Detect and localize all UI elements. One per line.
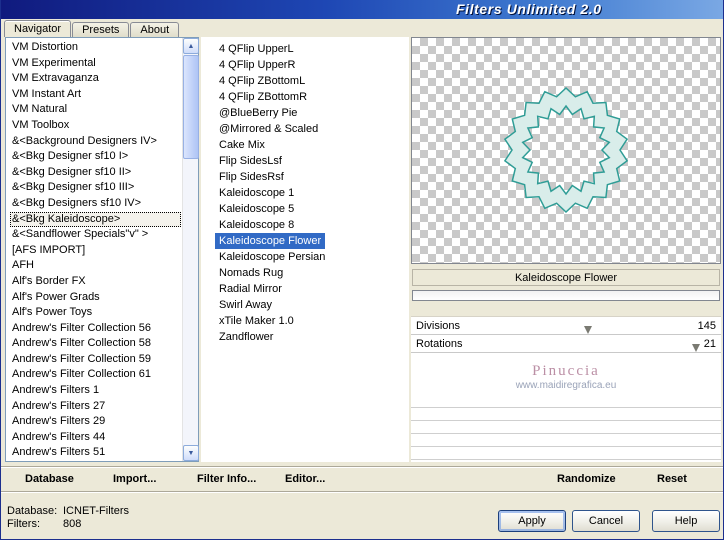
tab-about[interactable]: About: [130, 22, 180, 37]
category-item[interactable]: Andrew's Filter Collection 56: [10, 321, 181, 337]
category-item[interactable]: AFH: [10, 258, 181, 274]
filter-item[interactable]: 4 QFlip UpperR: [215, 57, 299, 73]
import-button[interactable]: Import...: [113, 473, 156, 485]
category-item[interactable]: Andrew's Filters 44: [10, 430, 181, 446]
scroll-down-button[interactable]: ▼: [183, 445, 199, 461]
empty-param-row: [411, 421, 721, 434]
help-button[interactable]: Help: [652, 510, 720, 532]
filter-item[interactable]: Flip SidesLsf: [215, 153, 286, 169]
param-label: Rotations: [416, 338, 468, 350]
watermark: Pinuccia www.maidiregrafica.eu: [411, 353, 721, 395]
param-value: 145: [692, 320, 716, 332]
toolbar: Database Import... Filter Info... Editor…: [1, 466, 723, 492]
empty-param-row: [411, 447, 721, 460]
category-item[interactable]: &<Bkg Kaleidoscope>: [10, 211, 181, 228]
filter-item[interactable]: Kaleidoscope 5: [215, 201, 298, 217]
selected-filter-name: Kaleidoscope Flower: [412, 269, 720, 286]
category-item[interactable]: &<Bkg Designer sf10 II>: [10, 165, 181, 181]
filter-item[interactable]: Nomads Rug: [215, 265, 287, 281]
filter-item[interactable]: 4 QFlip UpperL: [215, 41, 298, 57]
kaleidoscope-flower-shape: [503, 86, 629, 214]
empty-param-row: [411, 408, 721, 421]
filter-item[interactable]: Zandflower: [215, 329, 277, 345]
scroll-up-icon: ▲: [187, 42, 195, 50]
category-item[interactable]: &<Sandflower Specials"v" >: [10, 227, 181, 243]
filter-item[interactable]: Flip SidesRsf: [215, 169, 288, 185]
category-item[interactable]: Andrew's Filters 29: [10, 414, 181, 430]
empty-param-row: [411, 434, 721, 447]
filter-list: 4 QFlip UpperL 4 QFlip UpperR 4 QFlip ZBot…: [201, 37, 409, 462]
category-item[interactable]: Andrew's Filters 1: [10, 383, 181, 399]
filter-item[interactable]: 4 QFlip ZBottomR: [215, 89, 311, 105]
database-button[interactable]: Database: [25, 473, 74, 485]
category-item[interactable]: Andrew's Filter Collection 58: [10, 336, 181, 352]
category-item[interactable]: VM Instant Art: [10, 87, 181, 103]
reset-button[interactable]: Reset: [657, 473, 687, 485]
category-item[interactable]: [AFS IMPORT]: [10, 243, 181, 259]
filter-item[interactable]: Swirl Away: [215, 297, 276, 313]
filters-unlimited-window: Filters Unlimited 2.0 Navigator Presets Ab…: [0, 0, 724, 540]
param-row-rotations: Rotations 21: [411, 335, 721, 353]
cancel-button[interactable]: Cancel: [572, 510, 640, 532]
tabstrip: Navigator Presets About: [4, 20, 180, 37]
filters-count-value: 808: [63, 518, 82, 530]
category-item[interactable]: Andrew's Filters 27: [10, 399, 181, 415]
scrollbar-thumb[interactable]: [183, 55, 199, 159]
filter-item[interactable]: xTile Maker 1.0: [215, 313, 298, 329]
category-item[interactable]: &<Bkg Designer sf10 III>: [10, 180, 181, 196]
category-scrollbar[interactable]: ▲ ▼: [182, 38, 199, 461]
slider-thumb[interactable]: [583, 326, 592, 334]
category-item[interactable]: VM Natural: [10, 102, 181, 118]
watermark-name: Pinuccia: [532, 363, 600, 379]
category-list-panel: VM Distortion VM Experimental VM Extravaga…: [5, 37, 199, 462]
param-row-divisions: Divisions 145: [411, 317, 721, 335]
filter-item[interactable]: 4 QFlip ZBottomL: [215, 73, 309, 89]
filter-item[interactable]: Kaleidoscope 1: [215, 185, 298, 201]
category-item[interactable]: Andrew's Filter Collection 61: [10, 367, 181, 383]
database-status-value: ICNET-Filters: [63, 505, 129, 517]
category-item[interactable]: VM Extravaganza: [10, 71, 181, 87]
progress-bar: [412, 290, 720, 301]
category-item[interactable]: Alf's Power Toys: [10, 305, 181, 321]
category-item[interactable]: VM Experimental: [10, 56, 181, 72]
window-title: Filters Unlimited 2.0: [456, 1, 602, 17]
empty-param-row: [411, 395, 721, 408]
filter-item[interactable]: Kaleidoscope Flower: [215, 233, 326, 249]
category-item[interactable]: VM Distortion: [10, 40, 181, 56]
category-item[interactable]: Andrew's Filters 51: [10, 445, 181, 460]
category-item[interactable]: &<Background Designers IV>: [10, 134, 181, 150]
apply-button[interactable]: Apply: [498, 510, 566, 532]
category-item[interactable]: &<Bkg Designers sf10 IV>: [10, 196, 181, 212]
filter-item[interactable]: Cake Mix: [215, 137, 269, 153]
randomize-button[interactable]: Randomize: [557, 473, 616, 485]
filter-item[interactable]: Kaleidoscope 8: [215, 217, 298, 233]
filter-item[interactable]: Radial Mirror: [215, 281, 286, 297]
titlebar: Filters Unlimited 2.0: [1, 0, 723, 19]
filter-item[interactable]: Kaleidoscope Persian: [215, 249, 329, 265]
category-item[interactable]: Alf's Power Grads: [10, 290, 181, 306]
tab-navigator[interactable]: Navigator: [4, 20, 72, 37]
editor-button[interactable]: Editor...: [285, 473, 325, 485]
category-item[interactable]: VM Toolbox: [10, 118, 181, 134]
category-item[interactable]: Alf's Border FX: [10, 274, 181, 290]
tab-presets[interactable]: Presets: [72, 22, 130, 37]
param-label: Divisions: [416, 320, 466, 332]
category-list: VM Distortion VM Experimental VM Extravaga…: [7, 39, 181, 460]
category-item[interactable]: Andrew's Filter Collection 59: [10, 352, 181, 368]
category-item[interactable]: &<Bkg Designer sf10 I>: [10, 149, 181, 165]
preview-pane: [411, 37, 721, 264]
filter-item[interactable]: @Mirrored & Scaled: [215, 121, 322, 137]
scroll-down-icon: ▼: [187, 449, 195, 457]
filter-item[interactable]: @BlueBerry Pie: [215, 105, 301, 121]
database-status-label: Database:: [7, 505, 58, 517]
filter-info-button[interactable]: Filter Info...: [197, 473, 256, 485]
scroll-up-button[interactable]: ▲: [183, 38, 199, 54]
param-value: 21: [698, 338, 716, 350]
parameters-panel: Divisions 145 Rotations 21 Pinuccia www.mai…: [411, 316, 721, 462]
watermark-url: www.maidiregrafica.eu: [515, 380, 617, 391]
filters-count-label: Filters:: [7, 518, 40, 530]
slider-thumb[interactable]: [692, 344, 701, 352]
